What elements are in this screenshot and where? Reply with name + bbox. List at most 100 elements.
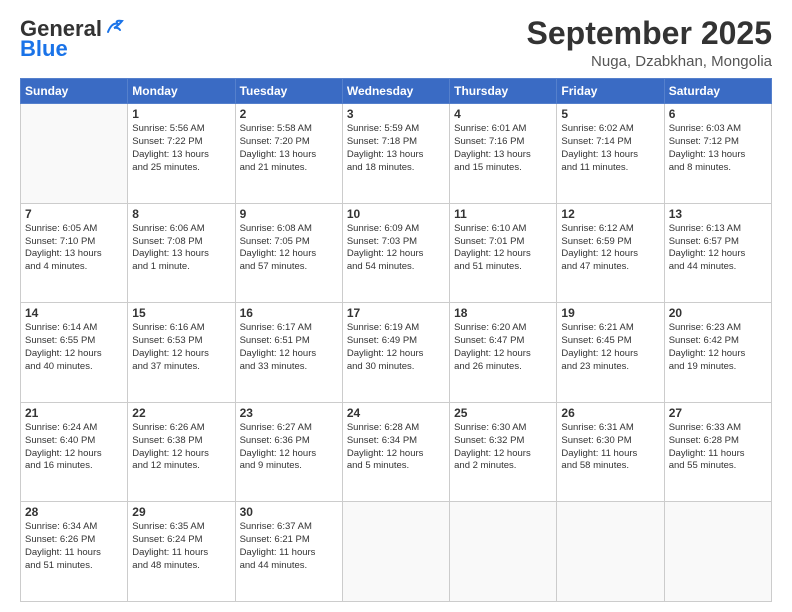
calendar-cell: 28 Sunrise: 6:34 AM Sunset: 6:26 PM Dayli… [21, 502, 128, 602]
calendar-cell: 26 Sunrise: 6:31 AM Sunset: 6:30 PM Dayli… [557, 402, 664, 502]
day-number: 2 [240, 107, 338, 121]
page: General Blue September 2025 Nuga, Dzabkh… [0, 0, 792, 612]
day-info: Sunrise: 6:08 AM Sunset: 7:05 PM Dayligh… [240, 223, 338, 274]
calendar-header-wednesday: Wednesday [342, 79, 449, 104]
calendar-week-5: 28 Sunrise: 6:34 AM Sunset: 6:26 PM Dayli… [21, 502, 772, 602]
calendar-cell [342, 502, 449, 602]
logo: General Blue [20, 16, 126, 62]
calendar-cell: 8 Sunrise: 6:06 AM Sunset: 7:08 PM Daylig… [128, 203, 235, 303]
logo-blue: Blue [20, 36, 68, 62]
day-number: 19 [561, 306, 659, 320]
calendar-week-4: 21Sunrise: 6:24 AM Sunset: 6:40 PM Dayli… [21, 402, 772, 502]
calendar-week-1: 1Sunrise: 5:56 AM Sunset: 7:22 PM Daylig… [21, 104, 772, 204]
calendar-cell: 4 Sunrise: 6:01 AM Sunset: 7:16 PM Daylig… [450, 104, 557, 204]
day-number: 17 [347, 306, 445, 320]
calendar-header-monday: Monday [128, 79, 235, 104]
day-info: Sunrise: 6:03 AM Sunset: 7:12 PM Dayligh… [669, 123, 767, 174]
calendar-header-row: SundayMondayTuesdayWednesdayThursdayFrid… [21, 79, 772, 104]
day-info: Sunrise: 6:28 AM Sunset: 6:34 PM Dayligh… [347, 422, 445, 473]
day-info: Sunrise: 6:21 AM Sunset: 6:45 PM Dayligh… [561, 322, 659, 373]
day-info: Sunrise: 6:14 AM Sunset: 6:55 PM Dayligh… [25, 322, 123, 373]
day-number: 18 [454, 306, 552, 320]
calendar-cell [21, 104, 128, 204]
location: Nuga, Dzabkhan, Mongolia [527, 53, 772, 70]
calendar-header-saturday: Saturday [664, 79, 771, 104]
calendar-cell: 1Sunrise: 5:56 AM Sunset: 7:22 PM Daylig… [128, 104, 235, 204]
calendar-cell: 22 Sunrise: 6:26 AM Sunset: 6:38 PM Dayli… [128, 402, 235, 502]
day-number: 27 [669, 406, 767, 420]
day-info: Sunrise: 6:02 AM Sunset: 7:14 PM Dayligh… [561, 123, 659, 174]
calendar-cell: 12 Sunrise: 6:12 AM Sunset: 6:59 PM Dayli… [557, 203, 664, 303]
calendar-cell: 23 Sunrise: 6:27 AM Sunset: 6:36 PM Dayli… [235, 402, 342, 502]
day-info: Sunrise: 5:59 AM Sunset: 7:18 PM Dayligh… [347, 123, 445, 174]
day-number: 26 [561, 406, 659, 420]
calendar-cell: 10 Sunrise: 6:09 AM Sunset: 7:03 PM Dayli… [342, 203, 449, 303]
day-info: Sunrise: 6:24 AM Sunset: 6:40 PM Dayligh… [25, 422, 123, 473]
day-number: 10 [347, 207, 445, 221]
day-number: 16 [240, 306, 338, 320]
day-number: 24 [347, 406, 445, 420]
day-number: 6 [669, 107, 767, 121]
calendar-cell: 5 Sunrise: 6:02 AM Sunset: 7:14 PM Daylig… [557, 104, 664, 204]
calendar-cell [557, 502, 664, 602]
day-info: Sunrise: 6:01 AM Sunset: 7:16 PM Dayligh… [454, 123, 552, 174]
calendar-cell: 14 Sunrise: 6:14 AM Sunset: 6:55 PM Dayli… [21, 303, 128, 403]
day-number: 8 [132, 207, 230, 221]
day-info: Sunrise: 5:58 AM Sunset: 7:20 PM Dayligh… [240, 123, 338, 174]
day-number: 14 [25, 306, 123, 320]
calendar-cell: 16Sunrise: 6:17 AM Sunset: 6:51 PM Dayli… [235, 303, 342, 403]
calendar-header-friday: Friday [557, 79, 664, 104]
day-info: Sunrise: 6:09 AM Sunset: 7:03 PM Dayligh… [347, 223, 445, 274]
calendar-cell: 15 Sunrise: 6:16 AM Sunset: 6:53 PM Dayli… [128, 303, 235, 403]
calendar-header-sunday: Sunday [21, 79, 128, 104]
calendar-header-tuesday: Tuesday [235, 79, 342, 104]
day-info: Sunrise: 6:30 AM Sunset: 6:32 PM Dayligh… [454, 422, 552, 473]
calendar-cell: 13Sunrise: 6:13 AM Sunset: 6:57 PM Dayli… [664, 203, 771, 303]
day-number: 20 [669, 306, 767, 320]
calendar-cell: 6 Sunrise: 6:03 AM Sunset: 7:12 PM Daylig… [664, 104, 771, 204]
day-number: 23 [240, 406, 338, 420]
day-number: 9 [240, 207, 338, 221]
calendar-week-2: 7Sunrise: 6:05 AM Sunset: 7:10 PM Daylig… [21, 203, 772, 303]
day-info: Sunrise: 6:12 AM Sunset: 6:59 PM Dayligh… [561, 223, 659, 274]
calendar-cell [450, 502, 557, 602]
day-number: 25 [454, 406, 552, 420]
calendar-cell: 29Sunrise: 6:35 AM Sunset: 6:24 PM Dayli… [128, 502, 235, 602]
day-info: Sunrise: 6:16 AM Sunset: 6:53 PM Dayligh… [132, 322, 230, 373]
day-info: Sunrise: 6:34 AM Sunset: 6:26 PM Dayligh… [25, 521, 123, 572]
day-number: 4 [454, 107, 552, 121]
calendar-cell: 7Sunrise: 6:05 AM Sunset: 7:10 PM Daylig… [21, 203, 128, 303]
day-number: 3 [347, 107, 445, 121]
calendar-cell: 20 Sunrise: 6:23 AM Sunset: 6:42 PM Dayli… [664, 303, 771, 403]
day-info: Sunrise: 6:10 AM Sunset: 7:01 PM Dayligh… [454, 223, 552, 274]
day-number: 12 [561, 207, 659, 221]
day-info: Sunrise: 5:56 AM Sunset: 7:22 PM Dayligh… [132, 123, 230, 174]
day-info: Sunrise: 6:37 AM Sunset: 6:21 PM Dayligh… [240, 521, 338, 572]
title-section: September 2025 Nuga, Dzabkhan, Mongolia [527, 16, 772, 70]
day-number: 5 [561, 107, 659, 121]
day-info: Sunrise: 6:31 AM Sunset: 6:30 PM Dayligh… [561, 422, 659, 473]
calendar-cell: 19 Sunrise: 6:21 AM Sunset: 6:45 PM Dayli… [557, 303, 664, 403]
day-number: 30 [240, 505, 338, 519]
day-number: 28 [25, 505, 123, 519]
calendar-cell: 30 Sunrise: 6:37 AM Sunset: 6:21 PM Dayli… [235, 502, 342, 602]
day-info: Sunrise: 6:26 AM Sunset: 6:38 PM Dayligh… [132, 422, 230, 473]
calendar-cell: 25 Sunrise: 6:30 AM Sunset: 6:32 PM Dayli… [450, 402, 557, 502]
day-info: Sunrise: 6:19 AM Sunset: 6:49 PM Dayligh… [347, 322, 445, 373]
day-info: Sunrise: 6:06 AM Sunset: 7:08 PM Dayligh… [132, 223, 230, 274]
calendar-cell: 2 Sunrise: 5:58 AM Sunset: 7:20 PM Daylig… [235, 104, 342, 204]
calendar-cell: 11Sunrise: 6:10 AM Sunset: 7:01 PM Dayli… [450, 203, 557, 303]
day-number: 29 [132, 505, 230, 519]
calendar-header-thursday: Thursday [450, 79, 557, 104]
calendar-cell: 24 Sunrise: 6:28 AM Sunset: 6:34 PM Dayli… [342, 402, 449, 502]
day-number: 22 [132, 406, 230, 420]
calendar-cell: 17 Sunrise: 6:19 AM Sunset: 6:49 PM Dayli… [342, 303, 449, 403]
calendar-cell: 27Sunrise: 6:33 AM Sunset: 6:28 PM Dayli… [664, 402, 771, 502]
day-info: Sunrise: 6:05 AM Sunset: 7:10 PM Dayligh… [25, 223, 123, 274]
day-info: Sunrise: 6:27 AM Sunset: 6:36 PM Dayligh… [240, 422, 338, 473]
calendar-cell: 21Sunrise: 6:24 AM Sunset: 6:40 PM Dayli… [21, 402, 128, 502]
day-info: Sunrise: 6:20 AM Sunset: 6:47 PM Dayligh… [454, 322, 552, 373]
day-number: 15 [132, 306, 230, 320]
day-number: 13 [669, 207, 767, 221]
day-info: Sunrise: 6:23 AM Sunset: 6:42 PM Dayligh… [669, 322, 767, 373]
